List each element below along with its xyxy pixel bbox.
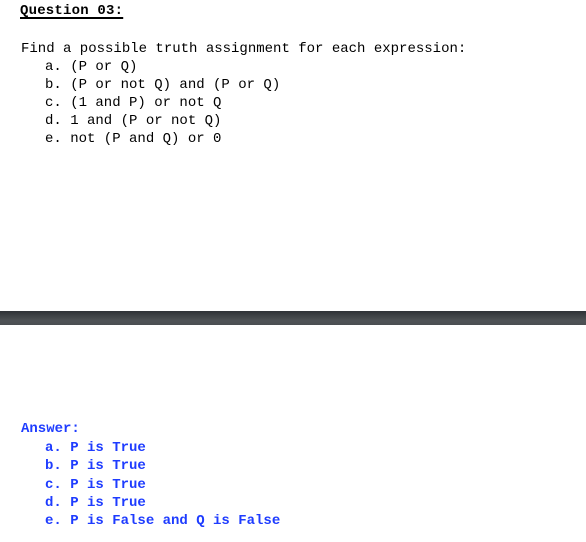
section-divider bbox=[0, 311, 586, 325]
answer-section: Answer: a. P is True b. P is True c. P i… bbox=[0, 325, 586, 542]
expression-list: a. (P or Q) b. (P or not Q) and (P or Q)… bbox=[45, 58, 280, 148]
expression-item-d: d. 1 and (P or not Q) bbox=[45, 113, 222, 129]
answer-item-e: e. P is False and Q is False bbox=[45, 513, 281, 530]
answer-list: a. P is True b. P is True c. P is True d… bbox=[45, 439, 280, 530]
answer-item-b: b. P is True bbox=[45, 458, 146, 475]
answer-item-c: c. P is True bbox=[45, 476, 146, 493]
answer-item-d: d. P is True bbox=[45, 494, 146, 511]
expression-item-e: e. not (P and Q) or 0 bbox=[45, 131, 222, 147]
question-title: Question 03: bbox=[20, 3, 124, 19]
answer-title: Answer: bbox=[21, 421, 80, 437]
expression-item-b: b. (P or not Q) and (P or Q) bbox=[45, 77, 281, 93]
expression-item-c: c. (1 and P) or not Q bbox=[45, 95, 222, 111]
expression-item-a: a. (P or Q) bbox=[45, 59, 138, 75]
answer-item-a: a. P is True bbox=[45, 440, 146, 456]
question-section: Question 03: Find a possible truth assig… bbox=[0, 0, 586, 310]
question-prompt: Find a possible truth assignment for eac… bbox=[21, 41, 467, 57]
